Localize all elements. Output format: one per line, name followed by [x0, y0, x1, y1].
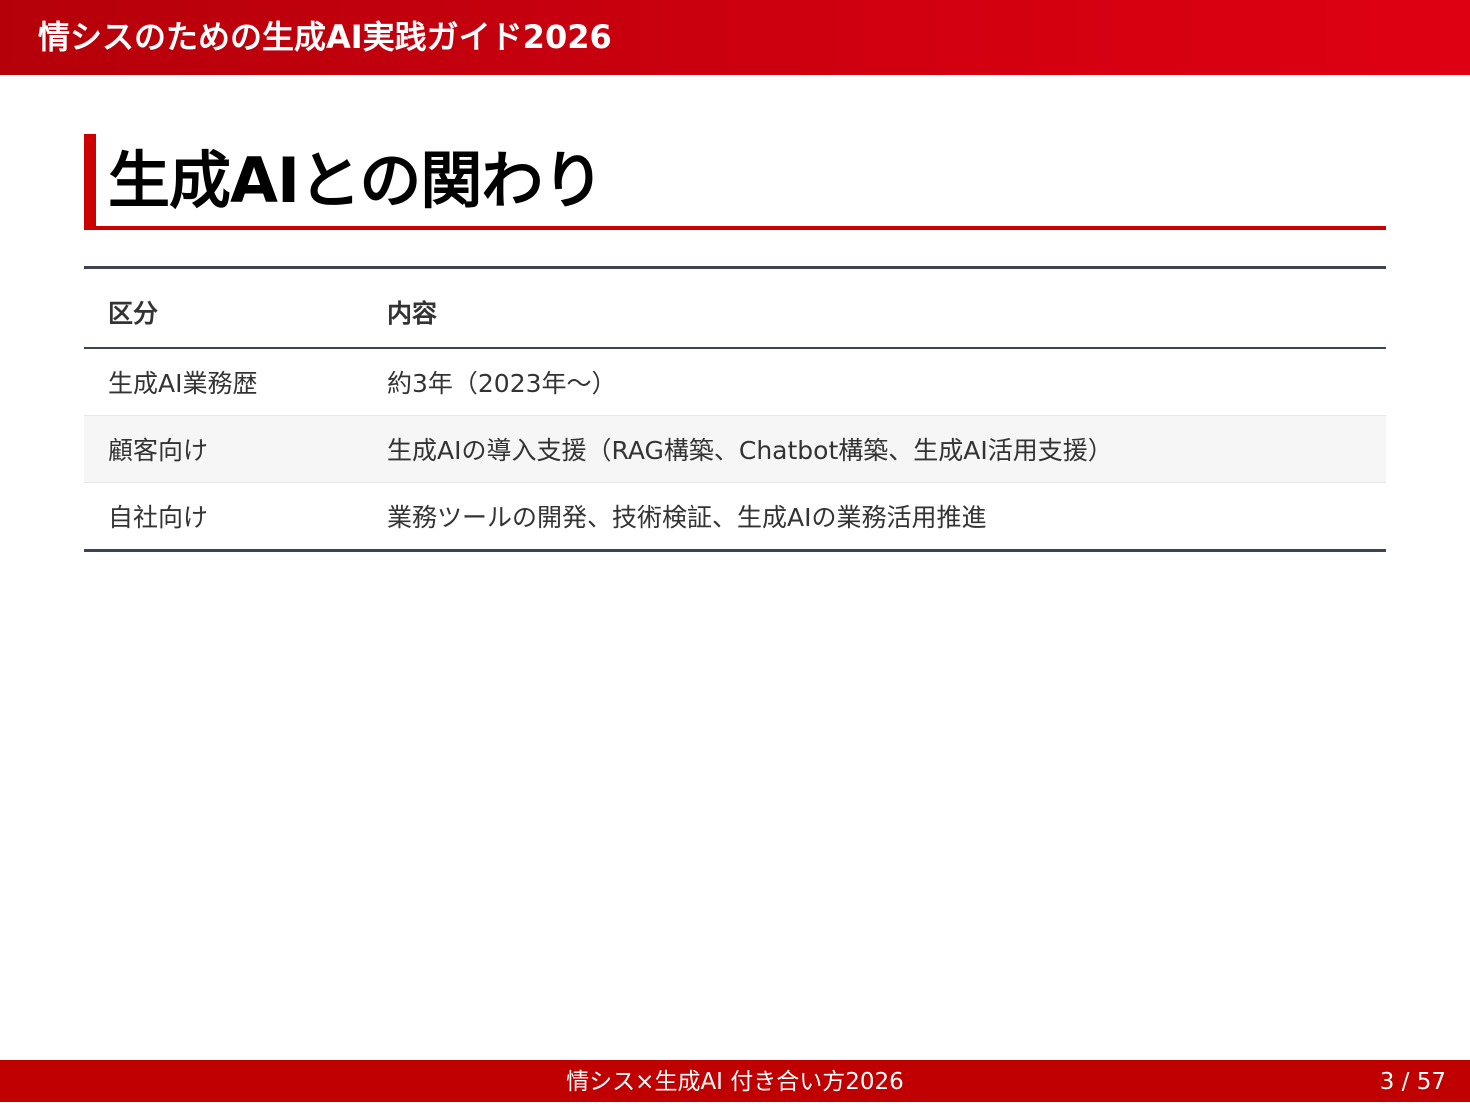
- ai-involvement-table: 区分 内容 生成AI業務歴 約3年（2023年〜） 顧客向け 生成AIの導入支援…: [84, 266, 1386, 552]
- table-row: 自社向け 業務ツールの開発、技術検証、生成AIの業務活用推進: [84, 483, 1386, 549]
- page-counter: 3 / 57: [1379, 1069, 1446, 1095]
- row-content-cell: 生成AIの導入支援（RAG構築、Chatbot構築、生成AI活用支援）: [387, 436, 1113, 465]
- table-row: 顧客向け 生成AIの導入支援（RAG構築、Chatbot構築、生成AI活用支援）: [84, 416, 1386, 483]
- footer-title: 情シス×生成AI 付き合い方2026: [566, 1069, 904, 1095]
- heading-accent-bar: [84, 134, 96, 226]
- deck-title: 情シスのための生成AI実践ガイド2026: [38, 18, 612, 56]
- row-category-cell: 生成AI業務歴: [108, 369, 258, 398]
- table-header-row: 区分 内容: [84, 269, 1386, 349]
- column-header-category: 区分: [108, 299, 159, 328]
- column-header-content: 内容: [387, 299, 438, 328]
- row-content-cell: 業務ツールの開発、技術検証、生成AIの業務活用推進: [387, 503, 987, 532]
- slide-header-bar: 情シスのための生成AI実践ガイド2026: [0, 0, 1470, 75]
- row-category-cell: 顧客向け: [108, 436, 209, 465]
- table-row: 生成AI業務歴 約3年（2023年〜）: [84, 349, 1386, 416]
- slide-footer-bar: 情シス×生成AI 付き合い方2026 3 / 57: [0, 1060, 1470, 1102]
- row-content-cell: 約3年（2023年〜）: [387, 369, 617, 398]
- slide-title: 生成AIとの関わり: [108, 144, 604, 217]
- slide-heading: 生成AIとの関わり: [84, 134, 1386, 230]
- row-category-cell: 自社向け: [108, 503, 209, 532]
